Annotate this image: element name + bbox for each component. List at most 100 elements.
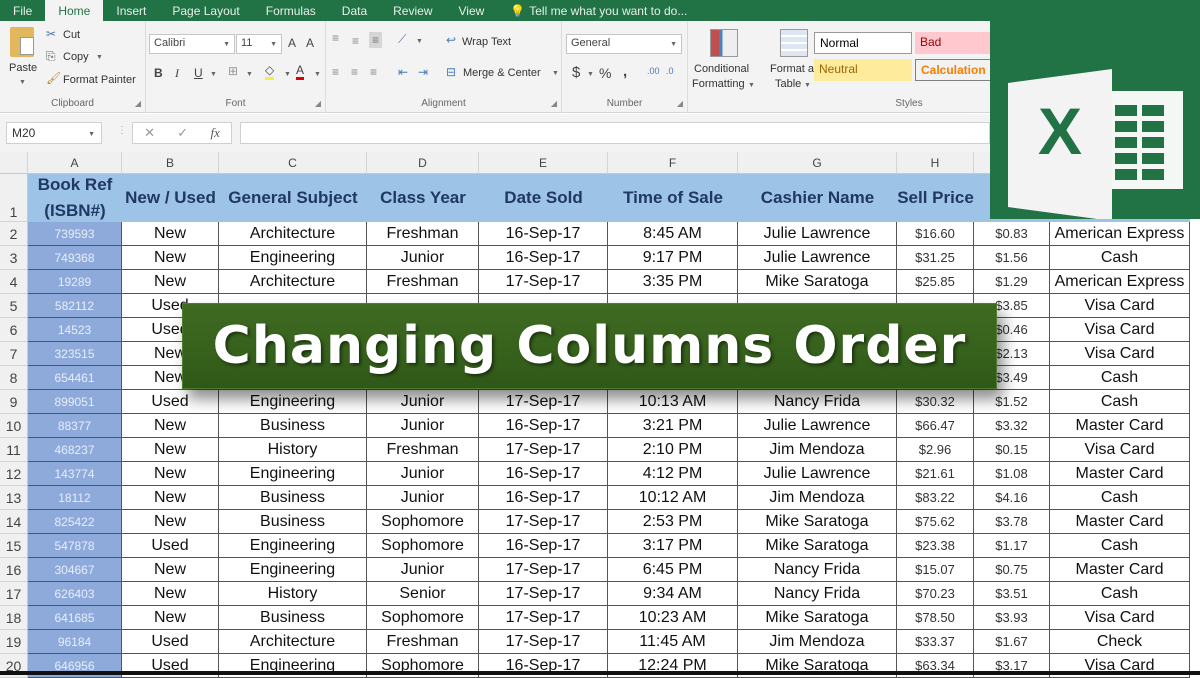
table-cell[interactable]: New xyxy=(122,246,219,270)
table-cell[interactable]: Business xyxy=(219,606,367,630)
table-cell[interactable]: Visa Card xyxy=(1050,606,1190,630)
table-cell[interactable]: 17-Sep-17 xyxy=(479,606,608,630)
cut-button[interactable]: Cut xyxy=(63,29,80,41)
fill-color-icon[interactable]: ◇ xyxy=(265,63,275,80)
table-cell[interactable]: Junior xyxy=(367,414,479,438)
row-header[interactable]: 17 xyxy=(0,582,28,606)
table-cell[interactable]: $1.67 xyxy=(974,630,1050,654)
table-cell[interactable]: 16-Sep-17 xyxy=(479,534,608,558)
table-cell[interactable]: Visa Card xyxy=(1050,438,1190,462)
table-cell[interactable]: 17-Sep-17 xyxy=(479,438,608,462)
table-cell[interactable]: 17-Sep-17 xyxy=(479,630,608,654)
table-cell[interactable]: $31.25 xyxy=(897,246,974,270)
table-cell[interactable]: Architecture xyxy=(219,270,367,294)
column-header[interactable]: E xyxy=(479,152,608,174)
table-cell[interactable]: 10:12 AM xyxy=(608,486,738,510)
table-cell[interactable]: 6:45 PM xyxy=(608,558,738,582)
table-cell[interactable]: Engineering xyxy=(219,534,367,558)
tab-data[interactable]: Data xyxy=(329,0,380,21)
header-cell[interactable]: Class Year xyxy=(367,174,479,222)
bottom-align-icon[interactable]: ≡ xyxy=(369,32,383,48)
table-cell[interactable]: 16-Sep-17 xyxy=(479,414,608,438)
table-cell[interactable]: 641685 xyxy=(28,606,122,630)
copy-button[interactable]: Copy xyxy=(63,51,89,63)
enter-icon[interactable]: ✓ xyxy=(177,125,188,141)
table-cell[interactable]: Business xyxy=(219,510,367,534)
name-box[interactable]: M20 ▼ xyxy=(6,122,102,144)
table-cell[interactable]: New xyxy=(122,222,219,246)
row-header[interactable]: 15 xyxy=(0,534,28,558)
paste-button[interactable]: Paste xyxy=(9,62,37,74)
conditional-formatting-button[interactable]: Conditional xyxy=(694,63,749,75)
table-cell[interactable]: 88377 xyxy=(28,414,122,438)
insert-function-icon[interactable]: fx xyxy=(210,125,219,141)
row-header[interactable]: 12 xyxy=(0,462,28,486)
table-cell[interactable]: American Express xyxy=(1050,222,1190,246)
italic-button[interactable]: I xyxy=(175,66,179,81)
header-cell[interactable]: New / Used xyxy=(122,174,219,222)
table-cell[interactable]: 3:35 PM xyxy=(608,270,738,294)
comma-button[interactable]: , xyxy=(623,63,627,80)
table-cell[interactable]: $3.93 xyxy=(974,606,1050,630)
increase-indent-icon[interactable]: ⇥ xyxy=(418,65,428,79)
tab-formulas[interactable]: Formulas xyxy=(253,0,329,21)
table-cell[interactable]: 143774 xyxy=(28,462,122,486)
header-cell[interactable]: General Subject xyxy=(219,174,367,222)
row-header[interactable]: 2 xyxy=(0,222,28,246)
table-cell[interactable]: New xyxy=(122,582,219,606)
middle-align-icon[interactable]: ≡ xyxy=(352,34,359,48)
table-cell[interactable]: $2.96 xyxy=(897,438,974,462)
row-header[interactable]: 13 xyxy=(0,486,28,510)
table-cell[interactable]: History xyxy=(219,582,367,606)
table-cell[interactable]: $75.62 xyxy=(897,510,974,534)
merge-dropdown-icon[interactable]: ▼ xyxy=(552,70,559,77)
borders-icon[interactable]: ⊞ xyxy=(228,64,238,78)
orientation-icon[interactable]: ⟋ xyxy=(398,32,406,47)
table-cell[interactable]: 825422 xyxy=(28,510,122,534)
table-cell[interactable]: Visa Card xyxy=(1050,294,1190,318)
table-cell[interactable]: New xyxy=(122,462,219,486)
row-header[interactable]: 18 xyxy=(0,606,28,630)
table-cell[interactable]: 2:53 PM xyxy=(608,510,738,534)
table-cell[interactable]: Julie Lawrence xyxy=(738,246,897,270)
style-neutral[interactable]: Neutral xyxy=(814,59,912,81)
table-cell[interactable]: New xyxy=(122,414,219,438)
table-cell[interactable]: 3:17 PM xyxy=(608,534,738,558)
table-cell[interactable]: Cash xyxy=(1050,366,1190,390)
tab-view[interactable]: View xyxy=(446,0,498,21)
table-cell[interactable]: Nancy Frida xyxy=(738,558,897,582)
font-name-select[interactable]: Calibri ▼ xyxy=(149,34,235,54)
table-cell[interactable]: Freshman xyxy=(367,438,479,462)
decrease-decimal-icon[interactable]: .0 xyxy=(666,66,674,76)
table-cell[interactable]: 11:45 AM xyxy=(608,630,738,654)
table-cell[interactable]: Mike Saratoga xyxy=(738,510,897,534)
header-cell[interactable]: Date Sold xyxy=(479,174,608,222)
table-cell[interactable]: $21.61 xyxy=(897,462,974,486)
alignment-launcher-icon[interactable]: ◢ xyxy=(551,99,557,108)
table-cell[interactable]: 304667 xyxy=(28,558,122,582)
table-cell[interactable]: New xyxy=(122,558,219,582)
fill-color-dropdown-icon[interactable]: ▼ xyxy=(284,71,291,78)
table-cell[interactable]: $23.38 xyxy=(897,534,974,558)
format-as-table-button[interactable]: Format as xyxy=(770,63,820,75)
table-cell[interactable]: 10:23 AM xyxy=(608,606,738,630)
font-color-dropdown-icon[interactable]: ▼ xyxy=(314,71,321,78)
table-cell[interactable]: Cash xyxy=(1050,390,1190,414)
table-cell[interactable]: $3.78 xyxy=(974,510,1050,534)
table-cell[interactable]: 96184 xyxy=(28,630,122,654)
column-header[interactable]: A xyxy=(28,152,122,174)
column-header[interactable]: C xyxy=(219,152,367,174)
row-header[interactable]: 7 xyxy=(0,342,28,366)
table-cell[interactable]: $33.37 xyxy=(897,630,974,654)
header-cell[interactable]: Time of Sale xyxy=(608,174,738,222)
table-cell[interactable]: 19289 xyxy=(28,270,122,294)
table-cell[interactable]: 899051 xyxy=(28,390,122,414)
table-cell[interactable]: $30.32 xyxy=(897,390,974,414)
table-cell[interactable]: $15.07 xyxy=(897,558,974,582)
table-cell[interactable]: Julie Lawrence xyxy=(738,462,897,486)
table-cell[interactable]: $1.08 xyxy=(974,462,1050,486)
merge-center-button[interactable]: Merge & Center xyxy=(463,67,541,79)
table-cell[interactable]: 2:10 PM xyxy=(608,438,738,462)
table-cell[interactable]: American Express xyxy=(1050,270,1190,294)
decrease-indent-icon[interactable]: ⇤ xyxy=(398,65,408,79)
